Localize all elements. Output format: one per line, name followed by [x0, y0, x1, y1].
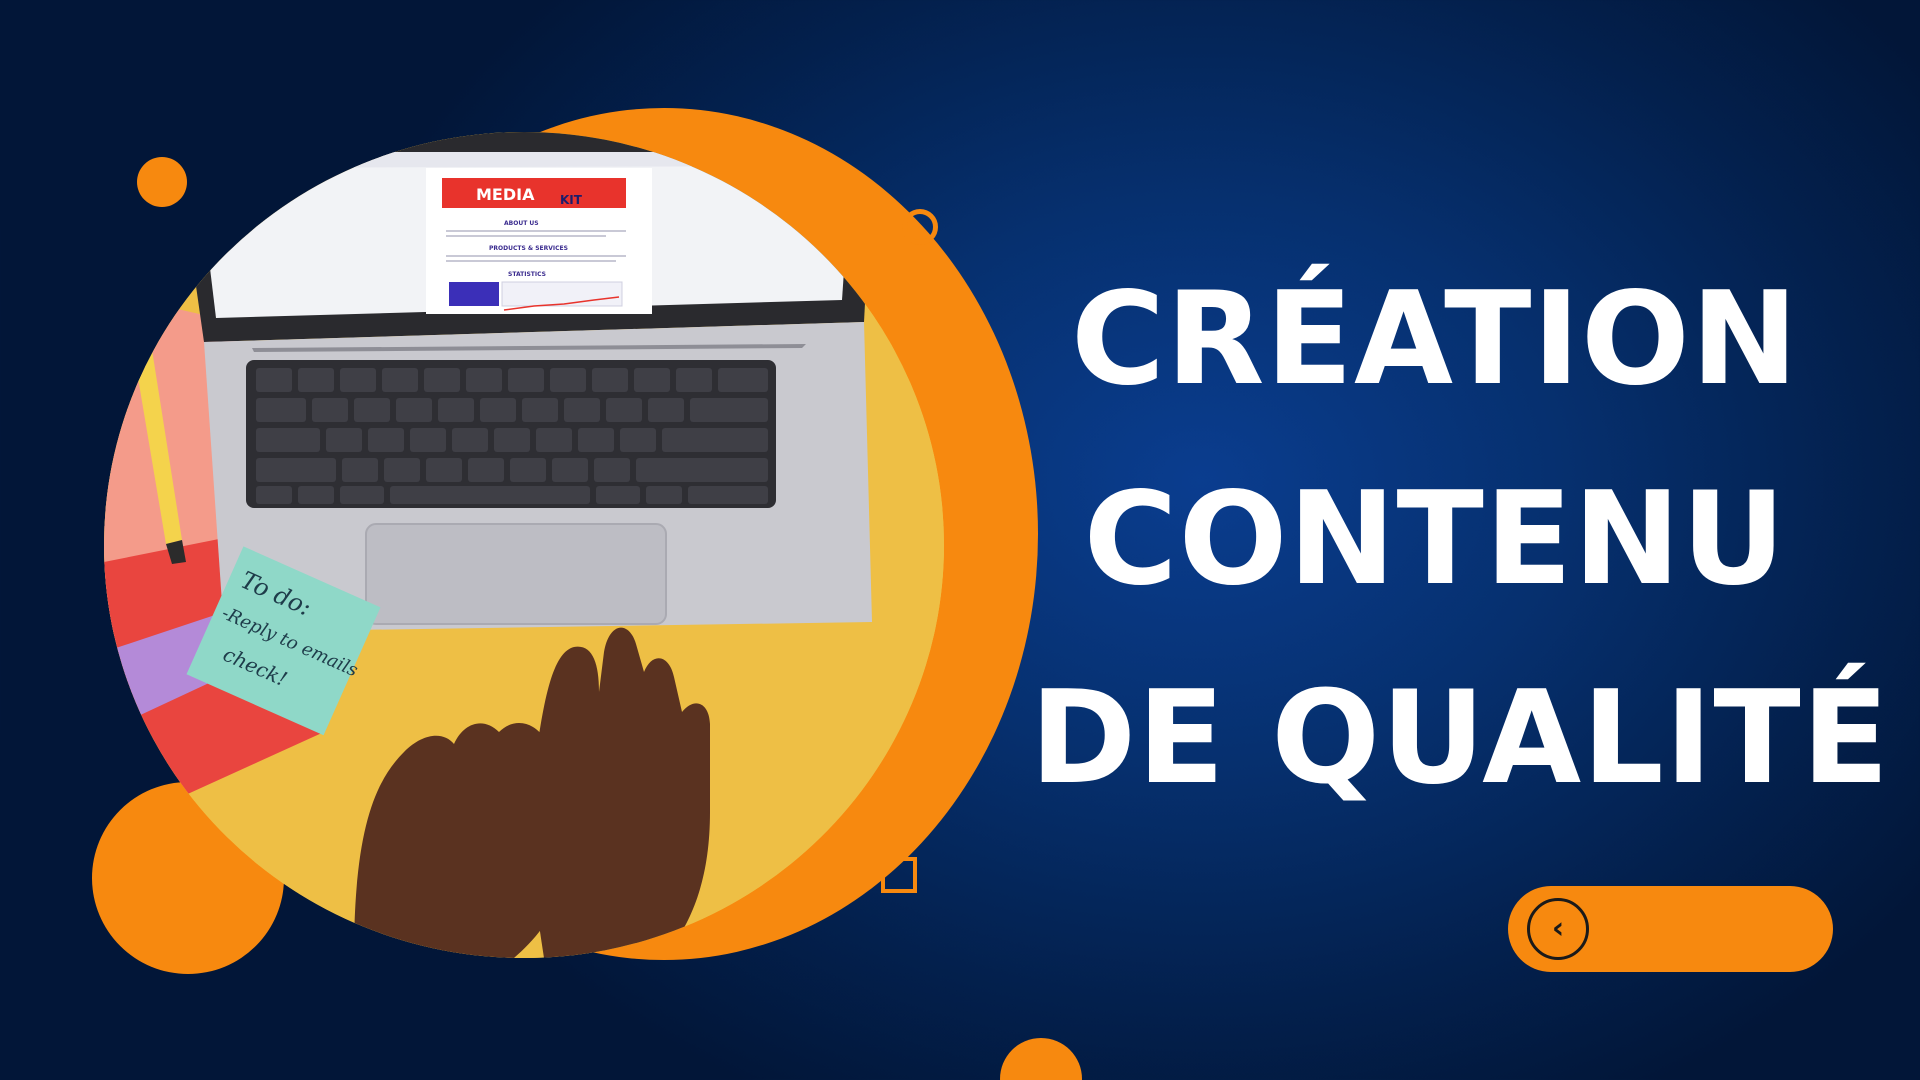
products-heading: PRODUCTS & SERVICES: [489, 245, 568, 252]
hero-photo-laptop: MEDIA KIT ABOUT US PRODUCTS & SERVICES S…: [104, 132, 944, 958]
stats-table: [449, 282, 499, 306]
headline-line-3: DE QUALITÉ: [1030, 664, 1891, 814]
headline-line-2: CONTENU: [1083, 464, 1787, 614]
statistics-heading: STATISTICS: [508, 271, 546, 278]
headline-line-1: CRÉATION: [1071, 265, 1799, 414]
banner-media-text: MEDIA: [476, 185, 535, 204]
laptop-illustration: MEDIA KIT ABOUT US PRODUCTS & SERVICES S…: [104, 132, 944, 958]
trackpad: [365, 523, 667, 625]
chevron-left-glyph: ‹: [1551, 911, 1565, 946]
decor-orange-square-outline: [881, 857, 917, 893]
about-heading: ABOUT US: [504, 220, 539, 227]
headline: CRÉATION CONTENU DE QUALITÉ: [1030, 240, 1891, 839]
decor-orange-dot-small: [137, 157, 187, 207]
banner-kit-text: KIT: [560, 193, 583, 207]
decor-orange-dot-bottom: [1000, 1038, 1082, 1080]
decor-orange-ring: [902, 209, 938, 245]
chevron-left-icon[interactable]: ‹: [1527, 898, 1589, 960]
